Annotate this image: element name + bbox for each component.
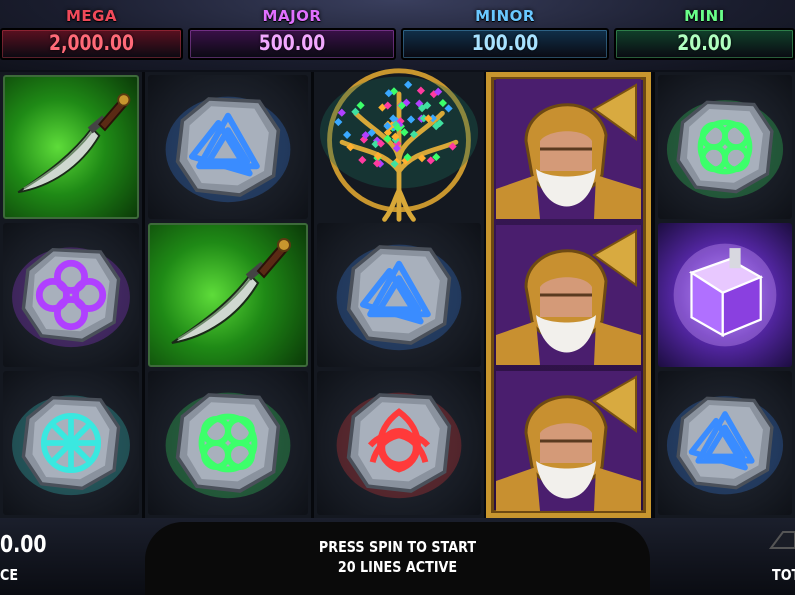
symbol-rune-green-knot bbox=[148, 371, 308, 515]
symbol-dagger-green bbox=[3, 75, 139, 219]
symbol-rune-blue-valknut bbox=[317, 223, 481, 367]
balance-value: 0.00 bbox=[0, 532, 47, 558]
total-bet-label: TOT bbox=[772, 566, 795, 584]
jackpot-minor-label: MINOR bbox=[401, 7, 609, 25]
status-line-1: PRESS SPIN TO START bbox=[183, 538, 612, 556]
symbol-odin-tall-row-1 bbox=[496, 79, 641, 219]
reel-3 bbox=[314, 72, 484, 518]
symbol-mystery-cube-purple bbox=[658, 223, 792, 367]
reel-grid bbox=[0, 72, 795, 518]
symbol-tree-of-life bbox=[317, 62, 481, 232]
symbol-rune-blue-valknut bbox=[148, 75, 308, 219]
jackpot-minor-value: 100.00 bbox=[420, 31, 591, 55]
symbol-rune-teal-star bbox=[3, 371, 139, 515]
jackpot-mega-label: MEGA bbox=[0, 7, 183, 25]
balance-label: CE bbox=[0, 566, 18, 584]
reel-2 bbox=[145, 72, 311, 518]
jackpot-mini: MINI 20.00 bbox=[614, 0, 795, 64]
symbol-odin-tall-row-3 bbox=[496, 371, 641, 511]
symbol-dagger-green bbox=[148, 223, 308, 367]
jackpot-mega-value: 2,000.00 bbox=[16, 31, 166, 55]
jackpot-mega: MEGA 2,000.00 bbox=[0, 0, 183, 64]
reel-1 bbox=[0, 72, 142, 518]
symbol-rune-blue-valknut bbox=[658, 371, 792, 515]
jackpot-major: MAJOR 500.00 bbox=[188, 0, 396, 64]
jackpot-mini-label: MINI bbox=[614, 7, 795, 25]
odin-expanded-frame bbox=[486, 72, 651, 518]
symbol-rune-green-knot bbox=[658, 75, 792, 219]
bet-panel-icon[interactable] bbox=[765, 528, 795, 550]
symbol-rune-purple-knot bbox=[3, 223, 139, 367]
symbol-odin-tall-row-2 bbox=[496, 225, 641, 365]
jackpot-mini-value: 20.00 bbox=[630, 31, 778, 55]
status-line-2: 20 LINES ACTIVE bbox=[183, 558, 612, 576]
symbol-rune-red-triquetra bbox=[317, 371, 481, 515]
jackpot-major-label: MAJOR bbox=[188, 7, 396, 25]
reel-5 bbox=[655, 72, 795, 518]
jackpot-major-value: 500.00 bbox=[207, 31, 378, 55]
jackpot-minor: MINOR 100.00 bbox=[401, 0, 609, 64]
